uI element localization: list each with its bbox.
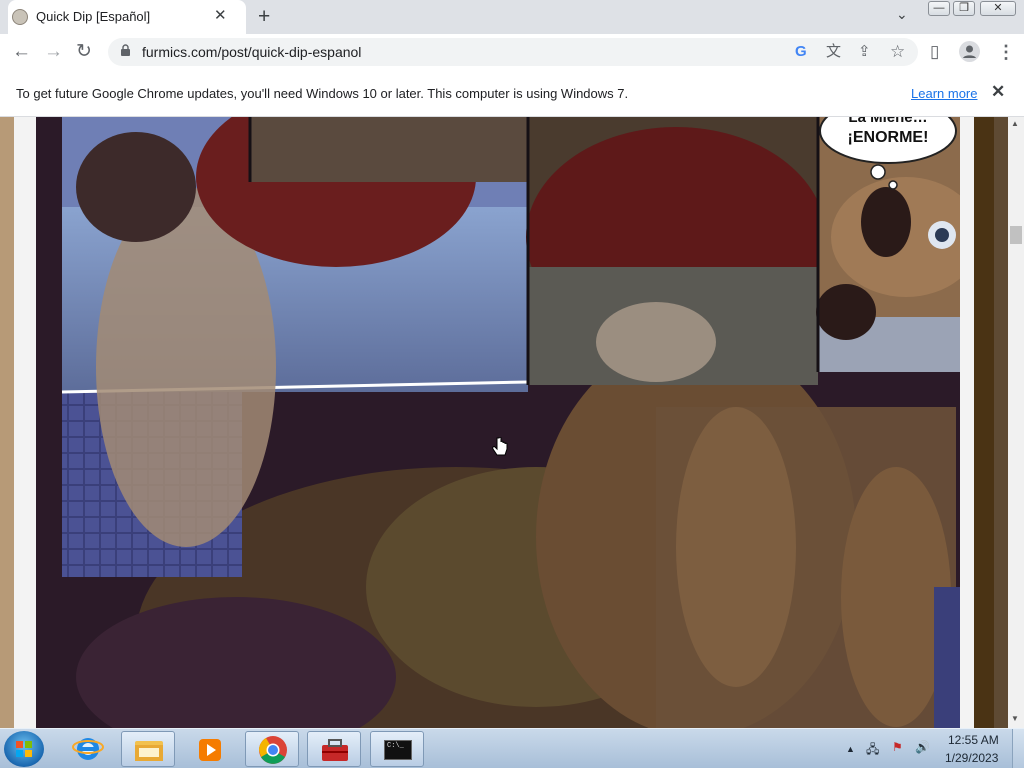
chrome-icon xyxy=(259,736,287,764)
back-button[interactable]: ← xyxy=(12,42,31,62)
comic-frame-left xyxy=(14,117,36,728)
infobar-message: To get future Google Chrome updates, you… xyxy=(16,86,629,101)
page-border-left xyxy=(0,117,14,728)
translate-icon[interactable]: 文 xyxy=(826,43,841,61)
windows-logo-icon xyxy=(16,741,32,757)
new-tab-button[interactable]: + xyxy=(258,6,270,28)
folder-icon xyxy=(135,741,163,761)
tab-title: Quick Dip [Español] xyxy=(36,9,151,24)
person-icon xyxy=(963,45,976,58)
forward-button[interactable]: → xyxy=(44,42,63,62)
tab-search-icon[interactable]: ⌄ xyxy=(896,6,908,23)
comic-page-image[interactable]: La Miene… ¡ENORME! xyxy=(36,117,960,728)
restore-button[interactable]: ❐ xyxy=(953,1,975,16)
toolbox-taskbar-button[interactable] xyxy=(307,731,361,767)
learn-more-link[interactable]: Learn more xyxy=(911,86,977,101)
minimize-button[interactable]: — xyxy=(928,1,950,16)
site-favicon-icon xyxy=(12,9,28,25)
page-border-right xyxy=(974,117,994,728)
action-center-flag-icon[interactable]: ⚑ xyxy=(892,740,903,754)
comic-artwork: La Miene… ¡ENORME! xyxy=(36,117,960,728)
internet-explorer-icon xyxy=(72,738,104,760)
scrollbar-thumb[interactable] xyxy=(1010,226,1022,244)
profile-avatar[interactable] xyxy=(959,41,980,62)
vertical-scrollbar[interactable] xyxy=(1008,117,1024,728)
bookmark-star-icon[interactable]: ☆ xyxy=(890,43,905,61)
reload-button[interactable]: ↻ xyxy=(76,42,92,62)
file-explorer-taskbar-button[interactable] xyxy=(121,731,175,767)
window-close-button[interactable]: ✕ xyxy=(980,1,1016,16)
side-panel-icon[interactable]: ▯ xyxy=(930,43,939,61)
chrome-menu-icon[interactable]: ⋮ xyxy=(997,43,1015,61)
infobar-close-icon[interactable]: ✕ xyxy=(991,82,1005,102)
ie-taskbar-button[interactable] xyxy=(60,731,114,767)
tray-expand-icon[interactable]: ▲ xyxy=(846,744,855,754)
scroll-up-arrow-icon[interactable]: ▲ xyxy=(1011,119,1019,128)
toolbox-icon xyxy=(322,739,348,761)
command-prompt-icon: C:\_ xyxy=(384,740,412,760)
media-player-taskbar-button[interactable] xyxy=(183,731,237,767)
google-lens-icon[interactable]: G xyxy=(795,43,807,61)
tab-close-icon[interactable]: ✕ xyxy=(214,7,227,25)
network-icon[interactable]: 🖧 xyxy=(866,740,879,761)
clock-date[interactable]: 1/29/2023 xyxy=(945,751,998,765)
lock-icon[interactable] xyxy=(121,44,130,56)
show-desktop-button[interactable] xyxy=(1012,729,1024,768)
share-icon[interactable]: ⇪ xyxy=(858,43,871,61)
command-prompt-taskbar-button[interactable]: C:\_ xyxy=(370,731,424,767)
url-text[interactable]: furmics.com/post/quick-dip-espanol xyxy=(142,44,361,60)
clock-time[interactable]: 12:55 AM xyxy=(948,733,999,747)
media-player-icon xyxy=(199,739,221,761)
comic-frame-right xyxy=(960,117,974,728)
hand-cursor-icon xyxy=(492,437,508,456)
speech-bubble-line-2: ¡ENORME! xyxy=(848,129,929,146)
scroll-down-arrow-icon[interactable]: ▼ xyxy=(1011,714,1019,723)
speech-bubble-line-1: La Miene… xyxy=(848,117,927,126)
volume-icon[interactable]: 🔊 xyxy=(915,740,930,754)
chrome-taskbar-button[interactable] xyxy=(245,731,299,767)
start-button[interactable] xyxy=(4,731,44,767)
